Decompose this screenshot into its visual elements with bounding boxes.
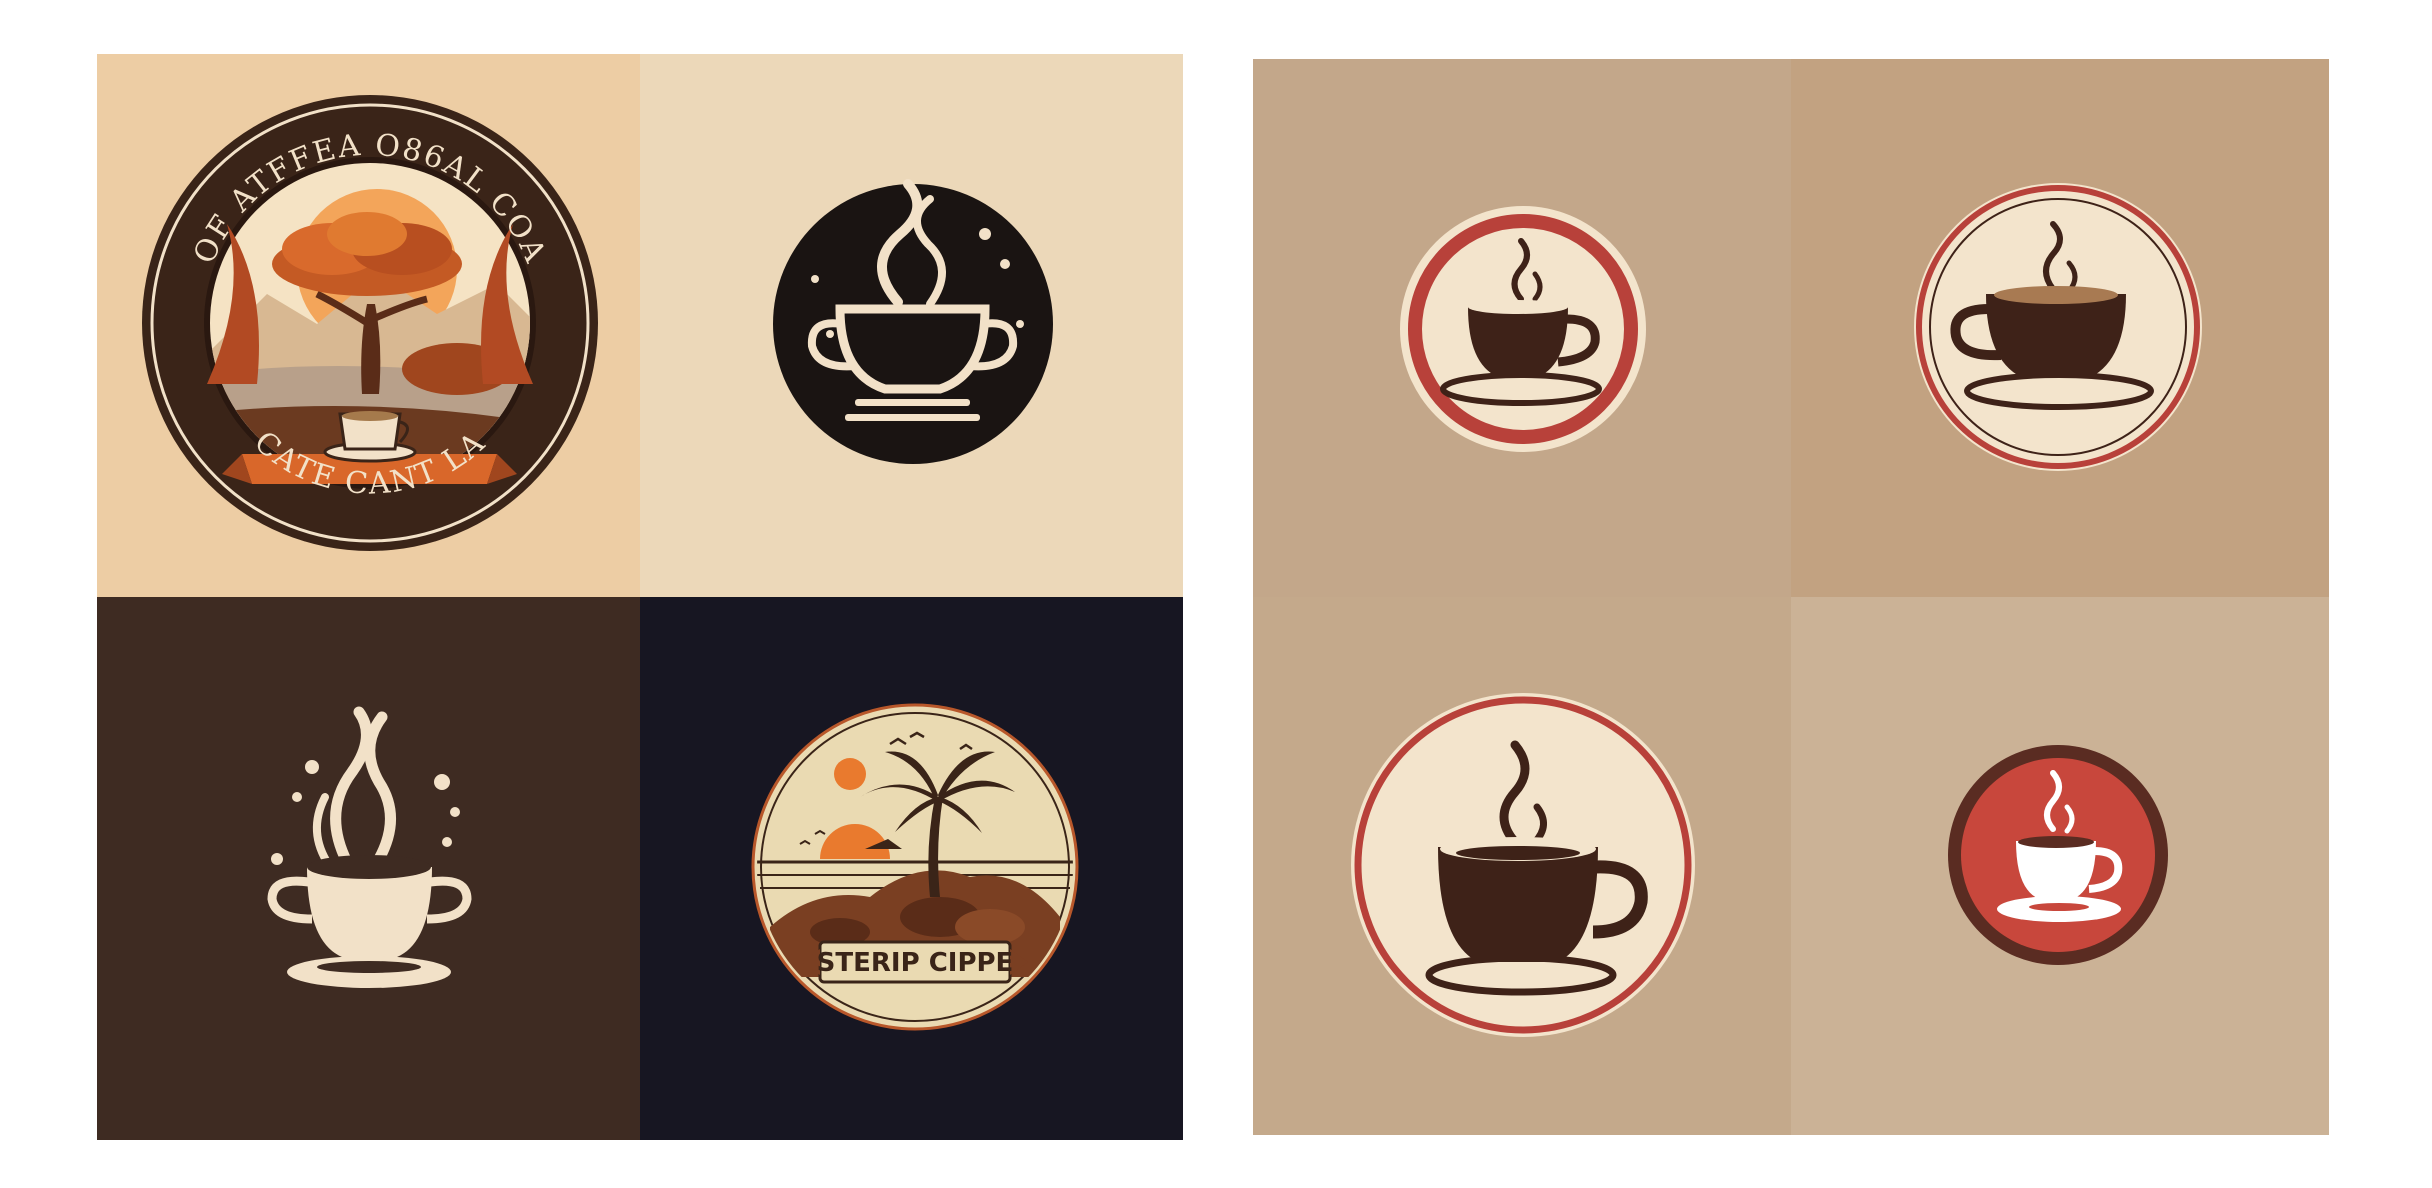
logo-sheet-left: OF ATFFEA O86AL COA CATE CANT LA STERIP …	[97, 54, 1183, 1140]
logo-tile-red-ring-cup-1	[1253, 59, 1791, 597]
red-ring-coffee-cup-icon	[1400, 206, 1646, 452]
steaming-cup-circle-icon	[773, 179, 1053, 464]
logo-tile-red-disc-cup	[1791, 597, 2329, 1135]
logo-tile-red-ring-cup-2	[1791, 59, 2329, 597]
logo-sheet-right	[1253, 59, 2329, 1135]
logo-tile-tree-badge: OF ATFFEA O86AL COA CATE CANT LA	[97, 54, 640, 597]
logo-tile-large-ring-cup	[1253, 597, 1791, 1135]
large-ring-coffee-cup-icon	[1351, 693, 1695, 1037]
steaming-cup-icon	[267, 706, 472, 988]
logo-tile-palm-badge: STERIP CIPPE	[640, 597, 1183, 1140]
badge-text: STERIP CIPPE	[817, 948, 1014, 978]
logo-tile-circle-cup	[640, 54, 1183, 597]
logo-tile-steaming-cup	[97, 597, 640, 1140]
red-ring-coffee-cup-icon	[1914, 183, 2202, 471]
tree-landscape-coffee-badge-icon: OF ATFFEA O86AL COA CATE CANT LA	[142, 95, 598, 551]
palm-island-sunset-badge-icon: STERIP CIPPE	[751, 703, 1079, 1031]
red-disc-coffee-cup-icon	[1948, 745, 2168, 965]
